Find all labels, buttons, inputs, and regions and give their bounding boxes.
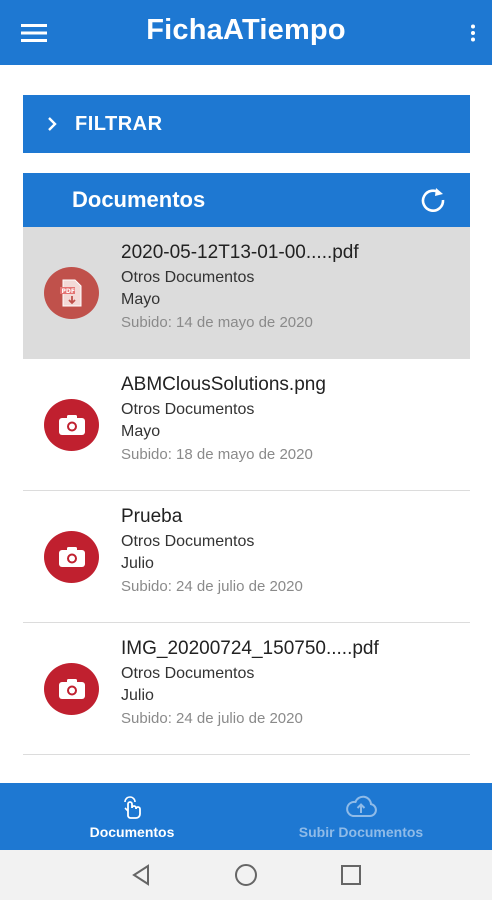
pdf-file-icon: PDF [44, 267, 99, 319]
more-vert-icon[interactable] [460, 16, 486, 50]
nav-item-documentos[interactable]: Documentos [62, 783, 202, 850]
refresh-icon[interactable] [418, 185, 448, 215]
camera-icon [44, 399, 99, 451]
document-name: Prueba [121, 506, 183, 527]
document-row[interactable]: Prueba Otros Documentos Julio Subido: 24… [23, 491, 470, 623]
document-category: Otros Documentos [121, 269, 255, 286]
camera-icon [44, 531, 99, 583]
nav-label: Documentos [89, 824, 175, 840]
touch-hand-icon [115, 793, 149, 821]
nav-item-subir-documentos[interactable]: Subir Documentos [270, 783, 452, 850]
app-title: FichaATiempo [146, 14, 346, 46]
document-upload-date: Subido: 24 de julio de 2020 [121, 578, 303, 595]
filter-label: FILTRAR [75, 112, 163, 135]
camera-icon [44, 663, 99, 715]
svg-text:PDF: PDF [61, 288, 74, 295]
document-name: IMG_20200724_150750.....pdf [121, 638, 379, 659]
document-upload-date: Subido: 14 de mayo de 2020 [121, 314, 313, 331]
document-upload-date: Subido: 18 de mayo de 2020 [121, 446, 313, 463]
document-row[interactable]: ABMClousSolutions.png Otros Documentos M… [23, 359, 470, 491]
chevron-right-icon [47, 114, 61, 134]
document-upload-date: Subido: 24 de julio de 2020 [121, 710, 303, 727]
system-nav-bar [0, 850, 492, 900]
document-month: Julio [121, 555, 154, 572]
back-icon[interactable] [128, 862, 154, 888]
cloud-upload-icon [344, 793, 378, 821]
nav-label: Subir Documentos [298, 824, 424, 840]
document-name: 2020-05-12T13-01-00.....pdf [121, 242, 359, 263]
document-row[interactable]: IMG_20200724_150750.....pdf Otros Docume… [23, 623, 470, 755]
documents-list: PDF 2020-05-12T13-01-00.....pdf Otros Do… [23, 227, 470, 755]
documents-title: Documentos [72, 187, 206, 212]
document-month: Julio [121, 687, 154, 704]
document-category: Otros Documentos [121, 665, 255, 682]
document-category: Otros Documentos [121, 401, 255, 418]
app-bar: FichaATiempo [0, 0, 492, 65]
document-month: Mayo [121, 423, 161, 440]
filter-toggle[interactable]: FILTRAR [23, 95, 470, 153]
document-row[interactable]: PDF 2020-05-12T13-01-00.....pdf Otros Do… [23, 227, 470, 359]
document-month: Mayo [121, 291, 161, 308]
document-name: ABMClousSolutions.png [121, 374, 326, 395]
recents-icon[interactable] [338, 862, 364, 888]
home-icon[interactable] [233, 862, 259, 888]
documents-header: Documentos [23, 173, 470, 227]
bottom-nav: Documentos Subir Documentos [0, 783, 492, 850]
document-category: Otros Documentos [121, 533, 255, 550]
